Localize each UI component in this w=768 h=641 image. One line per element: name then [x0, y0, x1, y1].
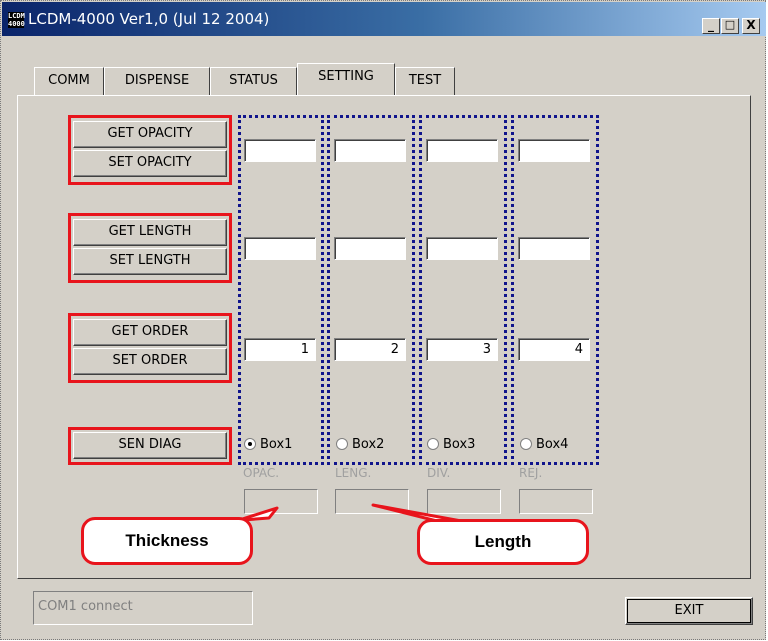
box1-opacity-field[interactable] [244, 139, 316, 162]
minimize-button[interactable]: _ [702, 18, 720, 34]
radio-unselected-icon [520, 438, 532, 450]
box3-order-field[interactable]: 3 [426, 338, 498, 361]
box2-radio-label: Box2 [352, 437, 385, 452]
opac-value-field [244, 489, 318, 514]
app-icon: LCDM 4000 [8, 12, 25, 28]
div-label: DIV. [427, 466, 451, 480]
leng-label: LENG. [335, 466, 372, 480]
thickness-callout: Thickness [81, 517, 253, 565]
box3-column-outline [419, 115, 507, 465]
box2-column-outline [327, 115, 415, 465]
rej-label: REJ. [519, 466, 543, 480]
box1-order-field[interactable]: 1 [244, 338, 316, 361]
set-length-button[interactable]: SET LENGTH [73, 248, 227, 275]
box3-radio[interactable]: Box3 [427, 437, 475, 453]
exit-button[interactable]: EXIT [625, 597, 753, 625]
tab-status[interactable]: STATUS [210, 67, 297, 95]
set-opacity-button[interactable]: SET OPACITY [73, 150, 227, 177]
radio-selected-icon [244, 438, 256, 450]
tab-test[interactable]: TEST [395, 67, 455, 95]
div-value-field [427, 489, 501, 514]
box3-length-field[interactable] [426, 237, 498, 260]
set-order-button[interactable]: SET ORDER [73, 348, 227, 375]
box2-order-field[interactable]: 2 [334, 338, 406, 361]
get-length-button[interactable]: GET LENGTH [73, 219, 227, 246]
box1-radio[interactable]: Box1 [244, 437, 292, 453]
box4-radio-label: Box4 [536, 437, 569, 452]
opac-label: OPAC. [243, 466, 280, 480]
box4-radio[interactable]: Box4 [520, 437, 568, 453]
app-window: LCDM 4000 LCDM-4000 Ver1,0 (Jul 12 2004) … [0, 0, 766, 640]
leng-value-field [335, 489, 409, 514]
title-bar[interactable]: LCDM 4000 LCDM-4000 Ver1,0 (Jul 12 2004) … [2, 2, 766, 36]
radio-unselected-icon [427, 438, 439, 450]
tab-setting[interactable]: SETTING [297, 63, 395, 95]
box3-radio-label: Box3 [443, 437, 476, 452]
box4-length-field[interactable] [518, 237, 590, 260]
box4-opacity-field[interactable] [518, 139, 590, 162]
close-button[interactable]: X [742, 18, 760, 34]
box2-opacity-field[interactable] [334, 139, 406, 162]
box1-column-outline [238, 115, 324, 465]
radio-unselected-icon [336, 438, 348, 450]
connection-status: COM1 connect [33, 591, 253, 625]
box2-radio[interactable]: Box2 [336, 437, 384, 453]
sen-diag-button[interactable]: SEN DIAG [73, 432, 227, 459]
maximize-button[interactable]: □ [721, 18, 739, 34]
box2-length-field[interactable] [334, 237, 406, 260]
window-title: LCDM-4000 Ver1,0 (Jul 12 2004) [28, 10, 270, 28]
box4-column-outline [511, 115, 599, 465]
length-callout: Length [417, 519, 589, 565]
box3-opacity-field[interactable] [426, 139, 498, 162]
tab-comm[interactable]: COMM [34, 67, 104, 95]
box1-length-field[interactable] [244, 237, 316, 260]
tab-dispense[interactable]: DISPENSE [104, 67, 210, 95]
box4-order-field[interactable]: 4 [518, 338, 590, 361]
box1-radio-label: Box1 [260, 437, 293, 452]
rej-value-field [519, 489, 593, 514]
get-opacity-button[interactable]: GET OPACITY [73, 121, 227, 148]
get-order-button[interactable]: GET ORDER [73, 319, 227, 346]
